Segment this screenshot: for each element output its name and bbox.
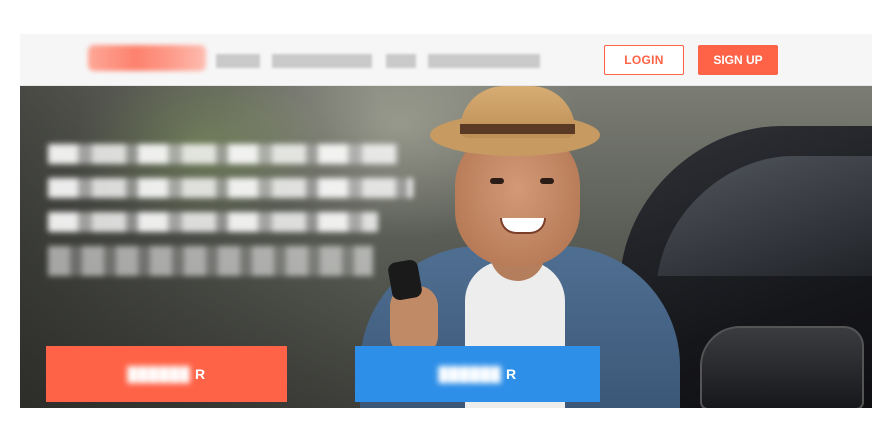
- hero-banner: ██████ R ██████ R: [20, 86, 872, 408]
- primary-cta-button[interactable]: ██████ R: [46, 346, 287, 402]
- hero-text-block: [48, 144, 413, 276]
- primary-cta-label: R: [194, 366, 206, 382]
- page-frame: LOGIN SIGN UP ██████ R ██████ R: [20, 34, 872, 408]
- signup-button[interactable]: SIGN UP: [698, 45, 778, 75]
- hero-headline-line-2: [48, 178, 413, 198]
- hero-subtext: [48, 246, 373, 276]
- secondary-cta-label: R: [505, 366, 517, 382]
- brand-logo[interactable]: [88, 45, 206, 71]
- hero-headline-line-1: [48, 144, 398, 164]
- hat-band: [460, 124, 575, 134]
- nav-link-3[interactable]: [386, 54, 416, 68]
- secondary-cta-label-blur: ██████: [438, 366, 506, 382]
- left-eye: [490, 178, 504, 184]
- nav-link-2[interactable]: [272, 54, 372, 68]
- hero-headline-line-3: [48, 212, 378, 232]
- login-button[interactable]: LOGIN: [604, 45, 684, 75]
- nav-link-4[interactable]: [428, 54, 540, 68]
- right-eye: [540, 178, 554, 184]
- car-mirror: [700, 326, 864, 408]
- top-navbar: LOGIN SIGN UP: [20, 34, 872, 86]
- secondary-cta-button[interactable]: ██████ R: [355, 346, 600, 402]
- primary-cta-label-blur: ██████: [127, 366, 195, 382]
- nav-link-1[interactable]: [216, 54, 260, 68]
